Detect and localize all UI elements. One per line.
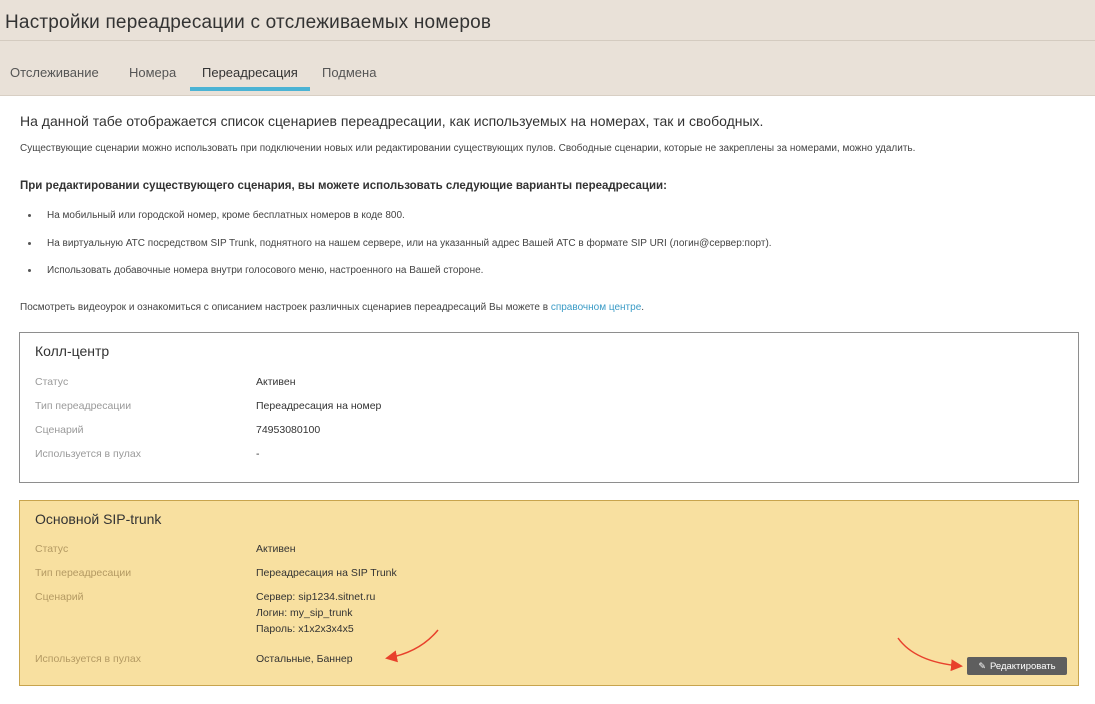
status-value: Активен [256, 543, 296, 555]
pools-label: Используется в пулах [35, 448, 141, 460]
main-content: На данной табе отображается список сцена… [0, 96, 1095, 704]
bullet-icon [28, 241, 31, 245]
page-title: Настройки переадресации с отслеживаемых … [5, 12, 492, 33]
scenario-label: Сценарий [35, 424, 84, 436]
help-center-link[interactable]: справочном центре [551, 302, 641, 313]
tab-numbers[interactable]: Номера [129, 65, 176, 80]
status-value: Активен [256, 376, 296, 388]
scenario-title: Основной SIP-trunk [35, 511, 162, 527]
pencil-icon: ✎ [978, 661, 986, 671]
type-value: Переадресация на SIP Trunk [256, 567, 397, 579]
list-item: На мобильный или городской номер, кроме … [28, 210, 405, 221]
pools-value: Остальные, Баннер [256, 653, 353, 665]
status-label: Статус [35, 543, 69, 555]
tab-tracking[interactable]: Отслеживание [10, 65, 99, 80]
type-value: Переадресация на номер [256, 400, 382, 412]
edit-button-label: Редактировать [989, 661, 1056, 672]
page-header: Настройки переадресации с отслеживаемых … [0, 0, 1095, 96]
pools-value: - [256, 448, 260, 460]
scenario-password: Пароль: x1x2x3x4x5 [256, 623, 354, 635]
list-item-text: На виртуальную АТС посредством SIP Trunk… [47, 238, 772, 249]
bullet-icon [28, 213, 31, 217]
tab-forwarding[interactable]: Переадресация [202, 65, 298, 80]
scenario-login: Логин: my_sip_trunk [256, 607, 353, 619]
help-text-tail: . [641, 302, 645, 313]
scenario-server: Сервер: sip1234.sitnet.ru [256, 591, 376, 603]
help-text-lead: Посмотреть видеоурок и ознакомиться с оп… [20, 302, 551, 313]
edit-button[interactable]: ✎ Редактировать [967, 657, 1067, 675]
list-item-text: Использовать добавочные номера внутри го… [47, 265, 484, 276]
pools-label: Используется в пулах [35, 653, 141, 665]
type-label: Тип переадресации [35, 567, 132, 579]
type-label: Тип переадресации [35, 400, 132, 412]
list-item: Использовать добавочные номера внутри го… [28, 265, 483, 276]
tab-substitution[interactable]: Подмена [322, 65, 376, 80]
scenario-title: Колл-центр [35, 343, 110, 359]
intro-description: Существующие сценарии можно использовать… [20, 143, 916, 154]
bullet-icon [28, 268, 31, 272]
list-item: На виртуальную АТС посредством SIP Trunk… [28, 238, 772, 249]
scenario-value: 74953080100 [256, 424, 321, 436]
scenario-card-sip-trunk: Основной SIP-trunk Статус Активен Тип пе… [19, 500, 1079, 686]
help-text: Посмотреть видеоурок и ознакомиться с оп… [20, 302, 644, 313]
status-label: Статус [35, 376, 69, 388]
scenario-card-call-center: Колл-центр Статус Активен Тип переадреса… [19, 332, 1079, 483]
list-item-text: На мобильный или городской номер, кроме … [47, 210, 405, 221]
intro-heading: На данной табе отображается список сцена… [20, 113, 764, 129]
options-heading: При редактировании существующего сценари… [20, 180, 667, 192]
tab-bar: Отслеживание Номера Переадресация Подмен… [0, 41, 1095, 94]
scenario-label: Сценарий [35, 591, 84, 603]
active-tab-indicator [190, 87, 310, 91]
